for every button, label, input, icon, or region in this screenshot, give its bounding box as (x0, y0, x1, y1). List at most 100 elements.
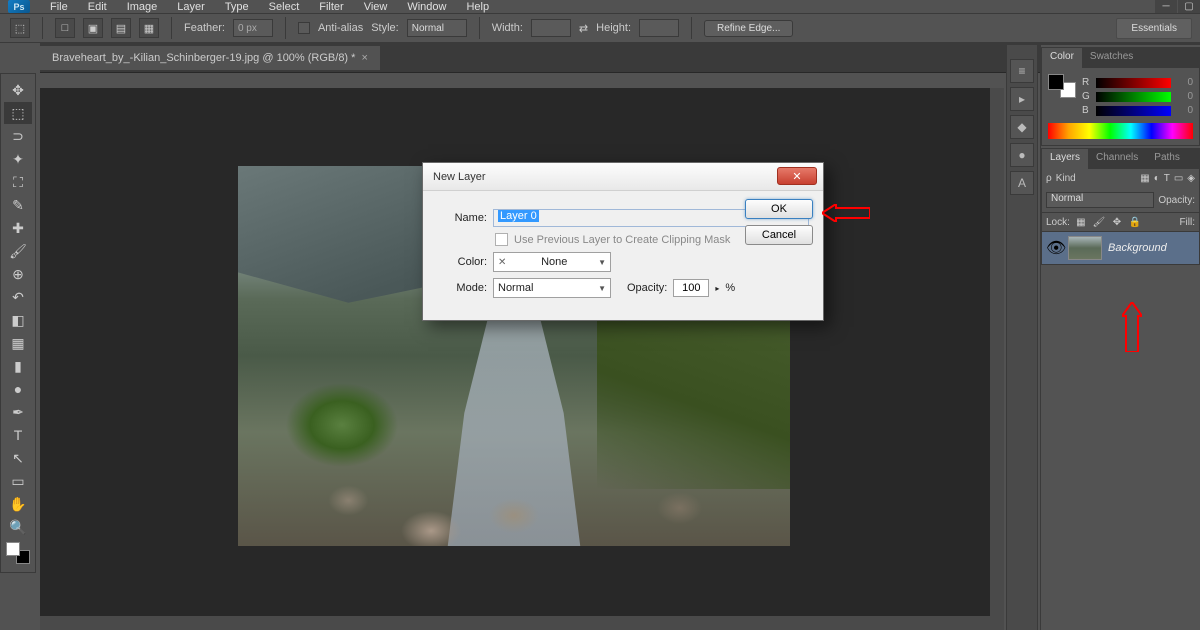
style-label: Style: (371, 22, 399, 34)
layer-name: Background (1108, 242, 1167, 254)
history-brush-icon[interactable]: ↶ (4, 286, 32, 308)
r-slider[interactable] (1096, 78, 1171, 88)
antialias-checkbox[interactable] (298, 22, 310, 34)
refine-edge-button[interactable]: Refine Edge... (704, 20, 793, 37)
add-selection-icon[interactable]: ▣ (83, 18, 103, 38)
width-input (531, 19, 571, 37)
menu-filter[interactable]: Filter (309, 1, 353, 13)
swap-icon: ⇄ (579, 22, 588, 35)
opacity-input[interactable] (673, 279, 709, 297)
menu-help[interactable]: Help (456, 1, 499, 13)
menu-image[interactable]: Image (117, 1, 168, 13)
new-selection-icon[interactable]: □ (55, 18, 75, 38)
tab-channels[interactable]: Channels (1088, 149, 1146, 169)
brush-tool-icon[interactable]: 🖌 (4, 240, 32, 262)
filter-type-icon[interactable]: T (1164, 173, 1170, 184)
lock-position-icon[interactable]: ✥ (1110, 215, 1124, 229)
history-panel-icon[interactable]: ≡ (1010, 59, 1034, 83)
crop-tool-icon[interactable]: ⛶ (4, 171, 32, 193)
tab-color[interactable]: Color (1042, 48, 1082, 68)
style-select[interactable]: Normal (407, 19, 467, 37)
feather-label: Feather: (184, 22, 225, 34)
g-value: 0 (1175, 91, 1193, 102)
menu-layer[interactable]: Layer (167, 1, 215, 13)
filter-pixel-icon[interactable]: ▦ (1140, 173, 1149, 184)
filter-smart-icon[interactable]: ◈ (1187, 173, 1195, 184)
lasso-tool-icon[interactable]: ⊃ (4, 125, 32, 147)
ok-button[interactable]: OK (745, 199, 813, 219)
workspace-switcher[interactable]: Essentials (1116, 18, 1192, 39)
cancel-button[interactable]: Cancel (745, 225, 813, 245)
close-icon[interactable]: × (361, 52, 367, 64)
menu-bar: Ps File Edit Image Layer Type Select Fil… (0, 0, 1200, 13)
blur-tool-icon[interactable]: ▮ (4, 355, 32, 377)
tool-preset-icon[interactable]: ⬚ (10, 18, 30, 38)
brush-panel-icon[interactable]: ● (1010, 143, 1034, 167)
color-select[interactable]: None▼ (493, 252, 611, 272)
filter-shape-icon[interactable]: ▭ (1174, 173, 1183, 184)
properties-panel-icon[interactable]: ◆ (1010, 115, 1034, 139)
menu-view[interactable]: View (354, 1, 398, 13)
lock-all-icon[interactable]: 🔒 (1128, 215, 1142, 229)
dialog-close-button[interactable]: ✕ (777, 167, 817, 185)
wand-tool-icon[interactable]: ✦ (4, 148, 32, 170)
filter-adjust-icon[interactable]: ◐ (1154, 173, 1160, 184)
subtract-selection-icon[interactable]: ▤ (111, 18, 131, 38)
lock-transparent-icon[interactable]: ▦ (1074, 215, 1088, 229)
move-tool-icon[interactable]: ✥ (4, 79, 32, 101)
window-controls: ─ ▢ (1154, 0, 1200, 13)
shape-tool-icon[interactable]: ▭ (4, 470, 32, 492)
zoom-tool-icon[interactable]: 🔍 (4, 516, 32, 538)
path-tool-icon[interactable]: ↖ (4, 447, 32, 469)
info-panel-icon[interactable]: A (1010, 171, 1034, 195)
actions-panel-icon[interactable]: ▸ (1010, 87, 1034, 111)
type-tool-icon[interactable]: T (4, 424, 32, 446)
minimize-button[interactable]: ─ (1155, 0, 1177, 13)
tab-swatches[interactable]: Swatches (1082, 48, 1141, 68)
mode-select[interactable]: Normal▼ (493, 278, 611, 298)
b-slider[interactable] (1096, 106, 1171, 116)
tab-layers[interactable]: Layers (1042, 149, 1088, 169)
dodge-tool-icon[interactable]: ● (4, 378, 32, 400)
g-slider[interactable] (1096, 92, 1171, 102)
visibility-icon[interactable]: 👁 (1046, 238, 1062, 258)
mode-label: Mode: (437, 282, 487, 294)
color-indicator[interactable] (1048, 74, 1076, 98)
vertical-scrollbar[interactable] (990, 88, 1004, 616)
color-swatch[interactable] (6, 542, 30, 564)
clipping-mask-label: Use Previous Layer to Create Clipping Ma… (514, 234, 730, 246)
layer-thumbnail[interactable] (1068, 236, 1102, 260)
hand-tool-icon[interactable]: ✋ (4, 493, 32, 515)
heal-tool-icon[interactable]: ✚ (4, 217, 32, 239)
right-panel-column: Color Swatches R0 G0 B0 Layers Channels … (1040, 45, 1200, 630)
lock-pixels-icon[interactable]: 🖌 (1092, 215, 1106, 229)
maximize-button[interactable]: ▢ (1178, 0, 1200, 13)
marquee-tool-icon[interactable]: ⬚ (4, 102, 32, 124)
menu-window[interactable]: Window (397, 1, 456, 13)
options-bar: ⬚ □ ▣ ▤ ▦ Feather: Anti-alias Style: Nor… (0, 13, 1200, 43)
dialog-titlebar[interactable]: New Layer ✕ (423, 163, 823, 191)
blend-mode-select[interactable]: Normal (1046, 192, 1154, 208)
opacity-unit: % (725, 282, 735, 294)
opacity-label: Opacity: (1158, 195, 1195, 206)
pen-tool-icon[interactable]: ✒ (4, 401, 32, 423)
eraser-tool-icon[interactable]: ◧ (4, 309, 32, 331)
menu-file[interactable]: File (40, 1, 78, 13)
stamp-tool-icon[interactable]: ⊕ (4, 263, 32, 285)
spectrum-picker[interactable] (1048, 123, 1193, 139)
fg-color-icon[interactable] (6, 542, 20, 556)
menu-select[interactable]: Select (259, 1, 310, 13)
menu-type[interactable]: Type (215, 1, 259, 13)
menu-edit[interactable]: Edit (78, 1, 117, 13)
feather-input[interactable] (233, 19, 273, 37)
eyedropper-tool-icon[interactable]: ✎ (4, 194, 32, 216)
layer-row-background[interactable]: 👁 Background (1042, 232, 1199, 264)
intersect-selection-icon[interactable]: ▦ (139, 18, 159, 38)
tab-paths[interactable]: Paths (1146, 149, 1188, 169)
opacity-arrow-icon[interactable]: ▸ (715, 284, 719, 293)
annotation-arrow-layer (1122, 302, 1142, 357)
kind-label: ρ (1046, 173, 1052, 184)
document-tab[interactable]: Braveheart_by_-Kilian_Schinberger-19.jpg… (40, 46, 380, 70)
gradient-tool-icon[interactable]: ▦ (4, 332, 32, 354)
horizontal-scrollbar[interactable] (40, 616, 1004, 630)
